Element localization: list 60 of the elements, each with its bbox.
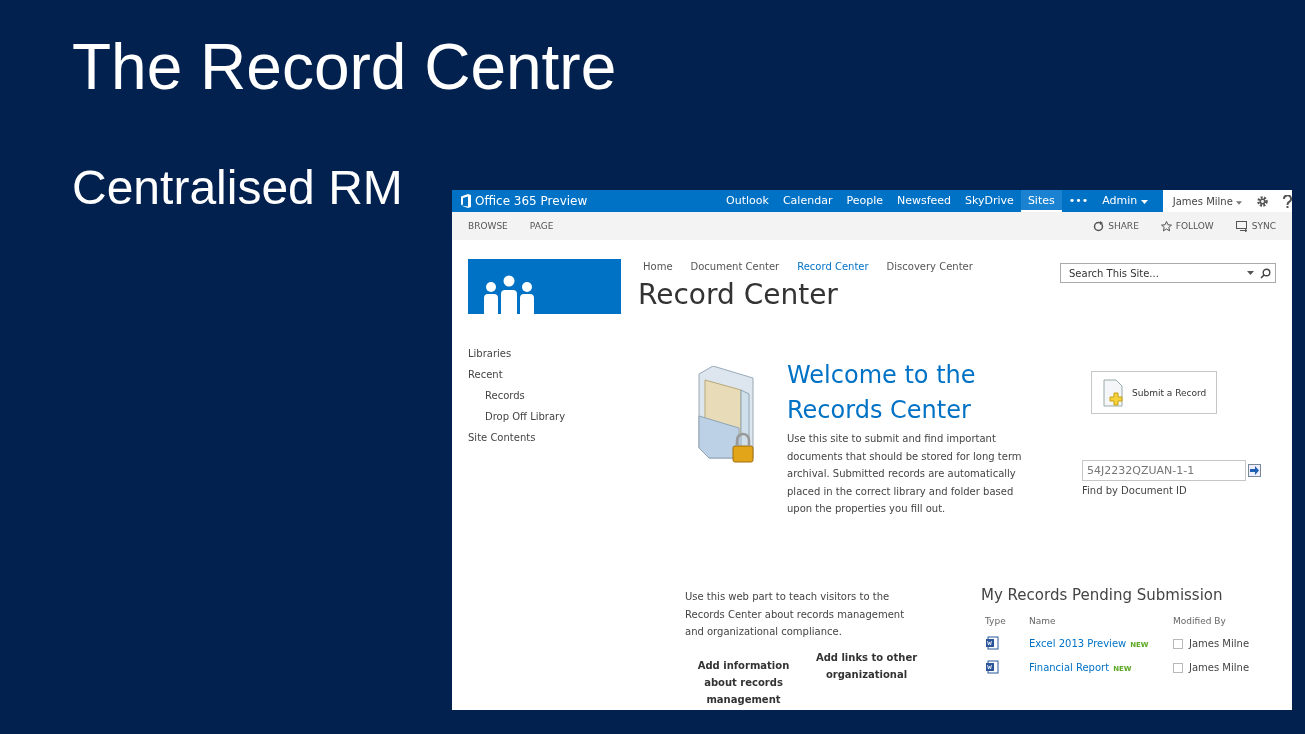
ribbon-tab[interactable]: PAGE (529, 221, 554, 231)
site-nav-link[interactable]: Document Center (690, 261, 780, 272)
table-cell: James Milne (1189, 662, 1250, 674)
share-action[interactable]: SHARE (1108, 221, 1139, 231)
go-arrow-icon[interactable] (1248, 464, 1261, 477)
document-id-label: Find by Document ID (1082, 485, 1188, 496)
column-header[interactable]: Modified By (1169, 609, 1250, 632)
quick-launch-link[interactable]: Libraries (468, 348, 668, 359)
share-icon (1093, 220, 1105, 232)
pending-title: My Records Pending Submission (981, 585, 1224, 604)
quick-launch-link[interactable]: Recent (468, 369, 668, 380)
search-field[interactable]: Search This Site... (1060, 263, 1276, 283)
slide-title: The Record Centre (72, 30, 617, 104)
suite-link[interactable]: Newsfeed (889, 190, 959, 212)
suite-link[interactable]: Sites (1020, 190, 1062, 212)
caret-icon (1140, 200, 1148, 204)
sync-icon (1235, 220, 1248, 232)
slide-subtitle: Centralised RM (72, 160, 403, 215)
suite-link[interactable]: Outlook (719, 190, 776, 212)
site-nav-link[interactable]: Record Center (797, 261, 869, 272)
quick-launch-link[interactable]: Records (485, 390, 668, 401)
row-checkbox[interactable] (1173, 663, 1183, 674)
word-document-icon (985, 659, 999, 674)
admin-menu[interactable]: Admin (1095, 190, 1155, 212)
row-checkbox[interactable] (1173, 639, 1183, 650)
quick-launch-link[interactable]: Site Contents (468, 432, 668, 443)
teach-text: Use this web part to teach visitors to the Records Center about records management and organizational compliance. (685, 589, 906, 640)
office-icon (460, 194, 471, 208)
site-title: Record Center (638, 278, 839, 311)
suite-link[interactable]: SkyDrive (958, 190, 1021, 212)
follow-action[interactable]: FOLLOW (1175, 221, 1214, 231)
settings-icon[interactable] (1256, 194, 1269, 208)
word-document-icon (985, 635, 999, 650)
suite-link[interactable]: Calendar (775, 190, 840, 212)
brand-name: Office 365 Preview (475, 194, 588, 208)
document-id-field[interactable]: 54J2232QZUAN-1-1 (1082, 460, 1246, 481)
sync-action[interactable]: SYNC (1251, 221, 1276, 231)
ribbon-tab[interactable]: BROWSE (468, 221, 508, 231)
caret-icon (1236, 200, 1242, 205)
welcome-text: Use this site to submit and find important documents that should be stored for long term archival. Submitted records are automatically placed in the correct library and folder based upon the properties you fill out. (787, 432, 1023, 517)
table-cell: James Milne (1189, 638, 1250, 650)
record-link[interactable]: Excel 2013 Preview (1029, 638, 1127, 650)
info-heading: Add links to other organizational (814, 650, 919, 682)
site-nav-link[interactable]: Discovery Center (886, 261, 973, 272)
star-icon (1160, 220, 1172, 232)
site-logo[interactable] (468, 259, 621, 314)
column-header[interactable]: Name (1025, 609, 1169, 632)
caret-icon (1247, 271, 1254, 275)
brand-logo[interactable]: Office 365 Preview (452, 194, 720, 208)
quick-launch-link[interactable]: Drop Off Library (485, 411, 668, 422)
search-icon[interactable] (1260, 267, 1271, 279)
info-heading: Add information about records management (696, 658, 791, 707)
submit-record-button[interactable]: Submit a Record (1091, 371, 1218, 414)
more-link[interactable]: ••• (1061, 190, 1096, 212)
suite-link[interactable]: People (839, 190, 890, 212)
welcome-heading: Welcome to the Records Center (787, 360, 977, 426)
column-header[interactable]: Type (981, 609, 1025, 632)
help-icon[interactable] (1283, 194, 1292, 208)
site-nav-link[interactable]: Home (643, 261, 673, 272)
record-link[interactable]: Financial Report (1029, 662, 1110, 674)
